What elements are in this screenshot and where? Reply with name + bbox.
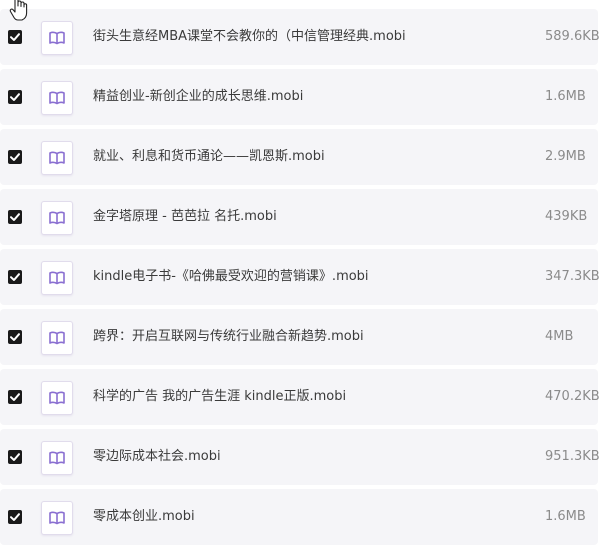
- file-size: 2.9MB: [545, 149, 586, 164]
- file-size: 4MB: [545, 329, 574, 344]
- file-size: 439KB: [545, 209, 588, 224]
- book-icon: [41, 81, 73, 115]
- book-icon: [41, 21, 73, 55]
- file-checkbox[interactable]: [8, 450, 22, 464]
- file-name: 科学的广告 我的广告生涯 kindle正版.mobi: [93, 389, 347, 404]
- file-name: 零边际成本社会.mobi: [93, 449, 221, 464]
- book-icon: [41, 141, 73, 175]
- file-name: 跨界：开启互联网与传统行业融合新趋势.mobi: [93, 329, 364, 344]
- file-row[interactable]: 精益创业-新创企业的成长思维.mobi 1.6MB: [0, 69, 598, 125]
- file-size: 951.3KB: [545, 449, 600, 464]
- file-name: 街头生意经MBA课堂不会教你的（中信管理经典.mobi: [93, 29, 406, 44]
- file-list: 街头生意经MBA课堂不会教你的（中信管理经典.mobi 589.6KB 精益创业…: [0, 0, 601, 546]
- file-checkbox[interactable]: [8, 270, 22, 284]
- file-size: 470.2KB: [545, 389, 600, 404]
- book-icon: [41, 441, 73, 475]
- file-checkbox[interactable]: [8, 390, 22, 404]
- file-size: 347.3KB: [545, 269, 600, 284]
- file-row[interactable]: 科学的广告 我的广告生涯 kindle正版.mobi 470.2KB: [0, 369, 600, 425]
- file-name: 精益创业-新创企业的成长思维.mobi: [93, 89, 304, 104]
- file-row[interactable]: kindle电子书-《哈佛最受欢迎的营销课》.mobi 347.3KB: [0, 249, 600, 305]
- book-icon: [41, 321, 73, 355]
- file-checkbox[interactable]: [8, 30, 22, 44]
- file-checkbox[interactable]: [8, 210, 22, 224]
- file-row[interactable]: 就业、利息和货币通论——凯恩斯.mobi 2.9MB: [0, 129, 598, 185]
- file-row[interactable]: 跨界：开启互联网与传统行业融合新趋势.mobi 4MB: [0, 309, 598, 365]
- file-checkbox[interactable]: [8, 90, 22, 104]
- file-row[interactable]: 零边际成本社会.mobi 951.3KB: [0, 429, 600, 485]
- book-icon: [41, 381, 73, 415]
- file-checkbox[interactable]: [8, 150, 22, 164]
- file-row[interactable]: 零成本创业.mobi 1.6MB: [0, 489, 598, 545]
- file-name: 零成本创业.mobi: [93, 509, 195, 524]
- file-name: 就业、利息和货币通论——凯恩斯.mobi: [93, 149, 325, 164]
- file-name: kindle电子书-《哈佛最受欢迎的营销课》.mobi: [93, 269, 369, 284]
- book-icon: [41, 501, 73, 535]
- file-size: 1.6MB: [545, 509, 586, 524]
- file-size: 1.6MB: [545, 89, 586, 104]
- file-row[interactable]: 街头生意经MBA课堂不会教你的（中信管理经典.mobi 589.6KB: [0, 9, 600, 65]
- file-name: 金字塔原理 - 芭芭拉 名托.mobi: [93, 209, 277, 224]
- file-checkbox[interactable]: [8, 510, 22, 524]
- book-icon: [41, 261, 73, 295]
- book-icon: [41, 201, 73, 235]
- file-size: 589.6KB: [545, 29, 600, 44]
- file-row[interactable]: 金字塔原理 - 芭芭拉 名托.mobi 439KB: [0, 189, 598, 245]
- file-checkbox[interactable]: [8, 330, 22, 344]
